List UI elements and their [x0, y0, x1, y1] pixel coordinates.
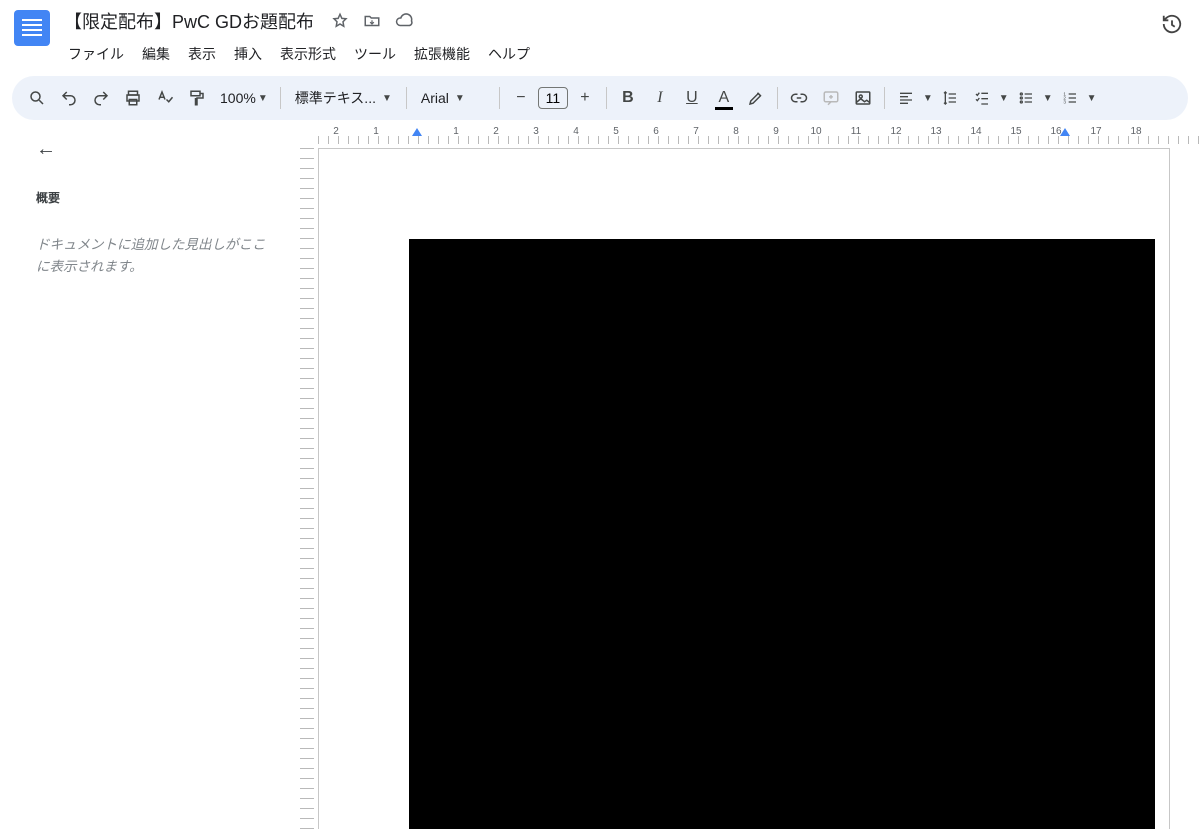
redo-icon[interactable]: [86, 83, 116, 113]
outline-panel: ← 概要 ドキュメントに追加した見出しがここに表示されます。: [0, 120, 296, 829]
increase-font-size-button[interactable]: +: [570, 83, 600, 113]
ruler-number: 6: [653, 126, 659, 137]
paragraph-styles-dropdown[interactable]: 標準テキス... ▼: [287, 88, 400, 108]
chevron-down-icon: ▼: [382, 93, 392, 104]
search-icon[interactable]: [22, 83, 52, 113]
doc-title[interactable]: 【限定配布】PwC GDお題配布: [60, 6, 318, 36]
zoom-dropdown[interactable]: 100%▼: [214, 90, 274, 106]
bulleted-list-icon[interactable]: [1011, 83, 1041, 113]
indent-marker-left-icon[interactable]: [412, 128, 422, 136]
move-folder-icon[interactable]: [362, 11, 382, 31]
ruler-number: 15: [1010, 126, 1021, 137]
paint-format-icon[interactable]: [182, 83, 212, 113]
checklist-icon[interactable]: [967, 83, 997, 113]
ruler-number: 17: [1090, 126, 1101, 137]
svg-text:3: 3: [1063, 99, 1066, 104]
ruler-number: 4: [573, 126, 579, 137]
separator: [884, 87, 885, 109]
document-page[interactable]: [318, 148, 1170, 829]
star-icon[interactable]: [330, 11, 350, 31]
separator: [280, 87, 281, 109]
title-area: 【限定配布】PwC GDお題配布 ファイル 編集 表示 挿入 表示形式 ツール …: [60, 6, 1158, 68]
workspace: ← 概要 ドキュメントに追加した見出しがここに表示されます。 211234567…: [0, 120, 1200, 829]
ruler-number: 18: [1130, 126, 1141, 137]
ruler-number: 5: [613, 126, 619, 137]
menu-bar: ファイル 編集 表示 挿入 表示形式 ツール 拡張機能 ヘルプ: [60, 40, 1158, 68]
ruler-number: 16: [1050, 126, 1061, 137]
separator: [606, 87, 607, 109]
menu-format[interactable]: 表示形式: [272, 40, 344, 68]
chevron-down-icon: ▼: [258, 93, 268, 104]
separator: [406, 87, 407, 109]
ruler-number: 2: [493, 126, 499, 137]
highlight-color-button[interactable]: [741, 83, 771, 113]
ruler-number: 12: [890, 126, 901, 137]
horizontal-ruler[interactable]: 21123456789101112131415161718: [318, 126, 1200, 144]
ruler-number: 9: [773, 126, 779, 137]
ruler-number: 13: [930, 126, 941, 137]
chevron-down-icon: ▼: [455, 93, 465, 104]
decrease-font-size-button[interactable]: −: [506, 83, 536, 113]
font-dropdown[interactable]: Arial ▼: [413, 90, 493, 106]
version-history-icon[interactable]: [1158, 10, 1186, 38]
menu-insert[interactable]: 挿入: [226, 40, 270, 68]
document-canvas: 21123456789101112131415161718: [296, 120, 1200, 829]
menu-tools[interactable]: ツール: [346, 40, 404, 68]
chevron-down-icon: ▼: [1087, 93, 1097, 104]
menu-file[interactable]: ファイル: [60, 40, 132, 68]
undo-icon[interactable]: [54, 83, 84, 113]
ruler-number: 14: [970, 126, 981, 137]
outline-placeholder: ドキュメントに追加した見出しがここに表示されます。: [36, 234, 272, 277]
menu-edit[interactable]: 編集: [134, 40, 178, 68]
bold-button[interactable]: B: [613, 83, 643, 113]
font-size-input[interactable]: [538, 87, 568, 109]
add-comment-icon[interactable]: [816, 83, 846, 113]
italic-button[interactable]: I: [645, 83, 675, 113]
separator: [777, 87, 778, 109]
insert-link-icon[interactable]: [784, 83, 814, 113]
font-label: Arial: [421, 90, 449, 106]
ruler-number: 7: [693, 126, 699, 137]
ruler-number: 8: [733, 126, 739, 137]
ruler-number: 2: [333, 126, 339, 137]
font-size-control: − +: [506, 83, 600, 113]
ruler-number: 3: [533, 126, 539, 137]
separator: [499, 87, 500, 109]
outline-title: 概要: [36, 189, 272, 206]
underline-button[interactable]: U: [677, 83, 707, 113]
ruler-number: 1: [373, 126, 379, 137]
chevron-down-icon: ▼: [1043, 93, 1053, 104]
docs-logo-icon[interactable]: [14, 10, 50, 46]
vertical-ruler[interactable]: [300, 148, 314, 829]
styles-label: 標準テキス...: [295, 88, 376, 108]
title-row: 【限定配布】PwC GDお題配布: [60, 6, 1158, 36]
chevron-down-icon: ▼: [923, 93, 933, 104]
redacted-content-block: [409, 239, 1155, 829]
print-icon[interactable]: [118, 83, 148, 113]
ruler-ticks: [318, 136, 1200, 144]
zoom-value: 100%: [220, 90, 256, 106]
spellcheck-icon[interactable]: [150, 83, 180, 113]
menu-help[interactable]: ヘルプ: [480, 40, 538, 68]
collapse-outline-icon[interactable]: ←: [36, 138, 56, 161]
cloud-status-icon[interactable]: [394, 11, 414, 31]
ruler-number: 10: [810, 126, 821, 137]
menu-extensions[interactable]: 拡張機能: [406, 40, 478, 68]
ruler-number: 11: [851, 126, 861, 137]
menu-view[interactable]: 表示: [180, 40, 224, 68]
text-color-button[interactable]: A: [709, 83, 739, 113]
ruler-number: 1: [453, 126, 459, 137]
line-spacing-icon[interactable]: [935, 83, 965, 113]
numbered-list-icon[interactable]: 123: [1055, 83, 1085, 113]
align-dropdown[interactable]: [891, 83, 921, 113]
header: 【限定配布】PwC GDお題配布 ファイル 編集 表示 挿入 表示形式 ツール …: [0, 0, 1200, 68]
insert-image-icon[interactable]: [848, 83, 878, 113]
toolbar: 100%▼ 標準テキス...▼ Arial▼ − + B I U A ▼ ▼ ▼…: [12, 76, 1188, 120]
chevron-down-icon: ▼: [999, 93, 1009, 104]
